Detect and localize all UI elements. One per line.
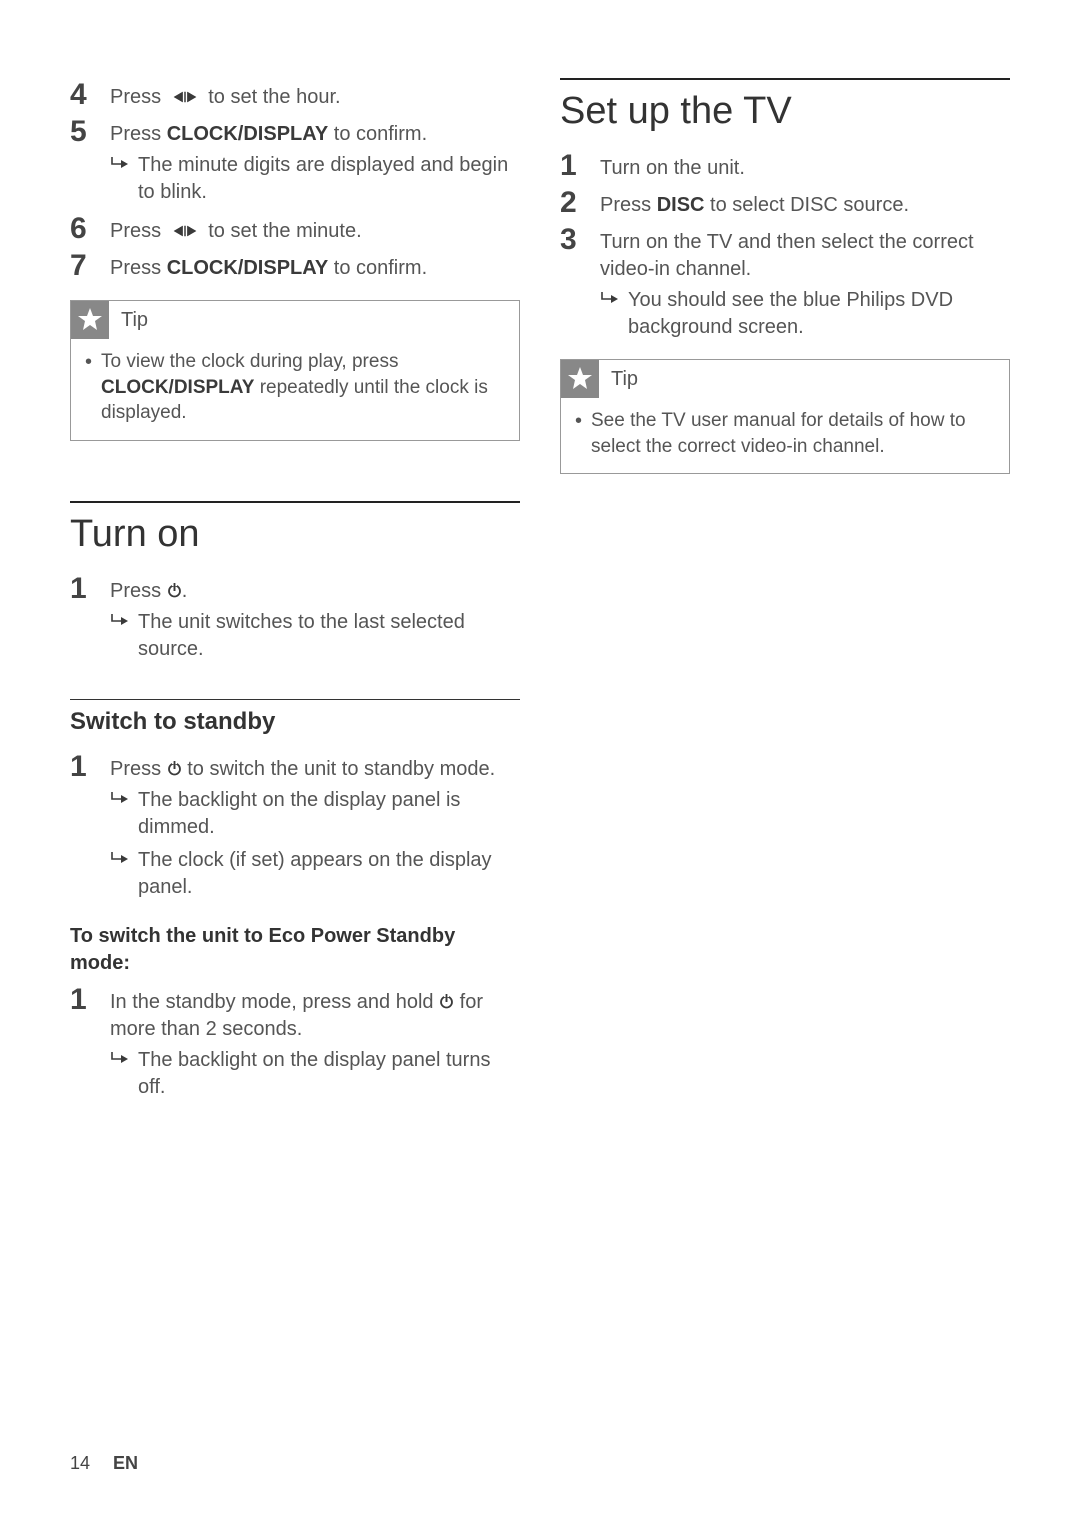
step-text: Press to set the minute.: [110, 212, 520, 245]
heading-standby: Switch to standby: [70, 708, 520, 736]
turnon-step-1: 1 Press .: [70, 572, 520, 605]
heading-turn-on: Turn on: [70, 513, 520, 556]
tv-step-2: 2 Press DISC to select DISC source.: [560, 186, 1010, 219]
seek-icon: [167, 86, 203, 108]
tv-step-1: 1 Turn on the unit.: [560, 149, 1010, 182]
text: Press: [110, 123, 167, 145]
step-text: Turn on the TV and then select the corre…: [600, 223, 1010, 283]
result-text: The backlight on the display panel turns…: [138, 1047, 520, 1101]
step-text: Press DISC to select DISC source.: [600, 186, 1010, 219]
result-text: The minute digits are displayed and begi…: [138, 152, 520, 206]
step-number: 4: [70, 78, 110, 111]
result-text: You should see the blue Philips DVD back…: [628, 287, 1010, 341]
page-footer: 14 EN: [70, 1453, 138, 1474]
section-rule: [560, 78, 1010, 80]
text: to confirm.: [328, 257, 427, 279]
step-7: 7 Press CLOCK/DISPLAY to confirm.: [70, 249, 520, 282]
subsection-rule: [70, 699, 520, 700]
tip-label: Tip: [109, 309, 148, 332]
eco-step-1: 1 In the standby mode, press and hold fo…: [70, 983, 520, 1043]
standby-step-1: 1 Press to switch the unit to standby mo…: [70, 750, 520, 783]
text: to confirm.: [328, 123, 427, 145]
step-text: Press to set the hour.: [110, 78, 520, 111]
step-text: In the standby mode, press and hold for …: [110, 983, 520, 1043]
text: Press: [110, 257, 167, 279]
tip-box-tv: Tip • See the TV user manual for details…: [560, 359, 1010, 474]
tip-item: • See the TV user manual for details of …: [575, 408, 995, 459]
text-bold: CLOCK/DISPLAY: [167, 123, 329, 145]
bullet-icon: •: [85, 349, 101, 376]
result-arrow-icon: [110, 152, 138, 175]
text: .: [182, 580, 188, 602]
text: Press: [600, 194, 657, 216]
result-arrow-icon: [600, 287, 628, 310]
text: to set the minute.: [203, 220, 362, 242]
step-number: 6: [70, 212, 110, 245]
eco-heading: To switch the unit to Eco Power Standby …: [70, 923, 520, 977]
tip-item: • To view the clock during play, press C…: [85, 349, 505, 426]
text: Press: [110, 580, 167, 602]
text-bold: CLOCK/DISPLAY: [101, 377, 254, 398]
star-icon: [71, 301, 109, 339]
step-number: 1: [70, 572, 110, 605]
tip-text: See the TV user manual for details of ho…: [591, 408, 995, 459]
page-number: 14: [70, 1453, 90, 1473]
step-text: Press CLOCK/DISPLAY to confirm.: [110, 115, 520, 148]
step-text: Press CLOCK/DISPLAY to confirm.: [110, 249, 520, 282]
step-number: 5: [70, 115, 110, 148]
result-text: The backlight on the display panel is di…: [138, 787, 520, 841]
star-icon: [561, 360, 599, 398]
step-number: 1: [70, 983, 110, 1016]
text: to set the hour.: [203, 86, 341, 108]
text: Press: [110, 758, 167, 780]
text: Press: [110, 220, 167, 242]
power-icon: [167, 758, 182, 780]
text-bold: CLOCK/DISPLAY: [167, 257, 329, 279]
section-rule: [70, 501, 520, 503]
step-6: 6 Press to set the minute.: [70, 212, 520, 245]
result-arrow-icon: [110, 1047, 138, 1070]
standby-result-2: The clock (if set) appears on the displa…: [70, 847, 520, 901]
eco-result: The backlight on the display panel turns…: [70, 1047, 520, 1101]
text-bold: DISC: [657, 194, 705, 216]
power-icon: [167, 580, 182, 602]
result-arrow-icon: [110, 787, 138, 810]
step-text: Turn on the unit.: [600, 149, 1010, 182]
step-number: 7: [70, 249, 110, 282]
step-5: 5 Press CLOCK/DISPLAY to confirm.: [70, 115, 520, 148]
step-4: 4 Press to set the hour.: [70, 78, 520, 111]
step-number: 1: [70, 750, 110, 783]
step-text: Press .: [110, 572, 520, 605]
language-code: EN: [113, 1453, 138, 1473]
turnon-result: The unit switches to the last selected s…: [70, 609, 520, 663]
tip-header: Tip: [71, 301, 519, 339]
text: to switch the unit to standby mode.: [182, 758, 496, 780]
tip-box-clock: Tip • To view the clock during play, pre…: [70, 300, 520, 441]
result-text: The unit switches to the last selected s…: [138, 609, 520, 663]
step-5-result: The minute digits are displayed and begi…: [70, 152, 520, 206]
step-number: 1: [560, 149, 600, 182]
tv-step-3: 3 Turn on the TV and then select the cor…: [560, 223, 1010, 283]
left-column: 4 Press to set the hour. 5 Press CLOCK/D…: [70, 78, 520, 1107]
bullet-icon: •: [575, 408, 591, 435]
standby-result-1: The backlight on the display panel is di…: [70, 787, 520, 841]
tip-text: To view the clock during play, press CLO…: [101, 349, 505, 426]
result-arrow-icon: [110, 847, 138, 870]
result-text: The clock (if set) appears on the displa…: [138, 847, 520, 901]
result-arrow-icon: [110, 609, 138, 632]
seek-icon: [167, 220, 203, 242]
heading-setup-tv: Set up the TV: [560, 90, 1010, 133]
tip-header: Tip: [561, 360, 1009, 398]
right-column: Set up the TV 1 Turn on the unit. 2 Pres…: [560, 78, 1010, 1107]
step-text: Press to switch the unit to standby mode…: [110, 750, 520, 783]
tip-label: Tip: [599, 368, 638, 391]
text: In the standby mode, press and hold: [110, 991, 439, 1013]
step-number: 3: [560, 223, 600, 256]
step-number: 2: [560, 186, 600, 219]
text: to select DISC source.: [704, 194, 909, 216]
power-icon: [439, 991, 454, 1013]
text: To view the clock during play, press: [101, 351, 398, 372]
text: Press: [110, 86, 167, 108]
tv-step-3-result: You should see the blue Philips DVD back…: [560, 287, 1010, 341]
